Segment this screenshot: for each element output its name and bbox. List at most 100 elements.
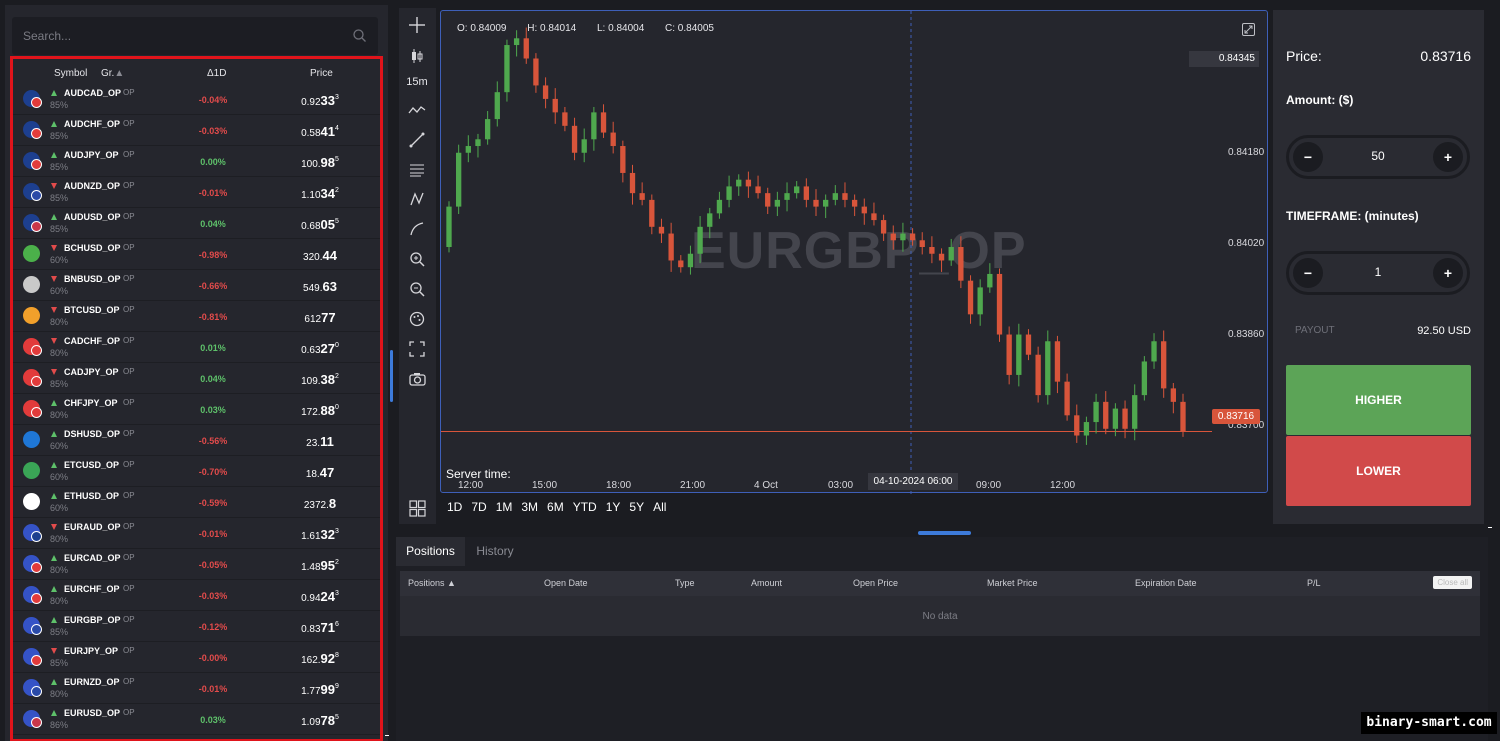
fullscreen-icon[interactable] bbox=[407, 339, 427, 359]
asset-row[interactable]: AUDUSD_OP OP 85% 0.04% 0.68055 bbox=[13, 208, 380, 239]
tab-history[interactable]: History bbox=[465, 537, 525, 566]
col-group[interactable]: Gr.▲ bbox=[101, 68, 124, 79]
panel-resize-handle[interactable] bbox=[390, 350, 393, 402]
range-ytd[interactable]: YTD bbox=[573, 500, 597, 514]
col-price[interactable]: Price bbox=[310, 68, 333, 79]
price-main: 612 bbox=[304, 314, 322, 325]
indicators-icon[interactable] bbox=[407, 100, 427, 120]
asset-type-badge: OP bbox=[123, 212, 135, 221]
range-1m[interactable]: 1M bbox=[496, 500, 513, 514]
col-open-price[interactable]: Open Price bbox=[853, 578, 898, 588]
col-change[interactable]: Δ1D bbox=[207, 68, 226, 79]
asset-rows: AUDCAD_OP OP 85% -0.04% 0.92333 AUDCHF_OP OP 85… bbox=[13, 84, 380, 735]
col-market-price[interactable]: Market Price bbox=[987, 578, 1038, 588]
col-symbol[interactable]: Symbol bbox=[54, 68, 87, 79]
col-positions[interactable]: Positions ▲ bbox=[408, 578, 456, 588]
pattern-icon[interactable] bbox=[407, 189, 427, 209]
camera-icon[interactable] bbox=[407, 369, 427, 389]
timeframe-plus-button[interactable]: + bbox=[1433, 258, 1463, 288]
currency-flag-icon bbox=[23, 431, 40, 448]
search-icon[interactable] bbox=[353, 29, 366, 42]
range-1d[interactable]: 1D bbox=[447, 500, 462, 514]
asset-change: -0.03% bbox=[198, 126, 228, 136]
asset-row[interactable]: EURJPY_OP OP 85% -0.00% 162.928 bbox=[13, 642, 380, 673]
candle-down bbox=[571, 125, 578, 153]
price-main: 100. bbox=[301, 159, 321, 170]
zoom-out-icon[interactable] bbox=[407, 279, 427, 299]
quote-flag-icon bbox=[31, 531, 42, 542]
zoom-in-icon[interactable] bbox=[407, 249, 427, 269]
range-6m[interactable]: 6M bbox=[547, 500, 564, 514]
col-amount[interactable]: Amount bbox=[751, 578, 782, 588]
asset-price: 0.68055 bbox=[285, 216, 355, 234]
close-all-button[interactable]: Close all bbox=[1433, 576, 1472, 589]
asset-type-badge: OP bbox=[123, 398, 135, 407]
asset-row[interactable]: BNBUSD_OP OP 60% -0.66% 549.63 bbox=[13, 270, 380, 301]
panel-splitter[interactable] bbox=[918, 531, 971, 535]
amount-plus-button[interactable]: + bbox=[1433, 142, 1463, 172]
asset-row[interactable]: EURCAD_OP OP 80% -0.05% 1.48952 bbox=[13, 549, 380, 580]
asset-row[interactable]: EURGBP_OP OP 85% -0.12% 0.83716 bbox=[13, 611, 380, 642]
asset-payout: 80% bbox=[50, 596, 69, 606]
asset-row[interactable]: EURCHF_OP OP 80% -0.03% 0.94243 bbox=[13, 580, 380, 611]
col-expiration-date[interactable]: Expiration Date bbox=[1135, 578, 1197, 588]
search-box[interactable] bbox=[12, 17, 378, 55]
asset-row[interactable]: CHFJPY_OP OP 80% 0.03% 172.880 bbox=[13, 394, 380, 425]
asset-change: -0.00% bbox=[198, 653, 228, 663]
y-tick: 0.83860 bbox=[1228, 329, 1265, 340]
asset-row[interactable]: AUDCAD_OP OP 85% -0.04% 0.92333 bbox=[13, 84, 380, 115]
search-input[interactable] bbox=[12, 17, 378, 55]
price-main: 1.77 bbox=[301, 686, 321, 697]
price-value: 0.83716 bbox=[1420, 48, 1471, 64]
asset-symbol: DSHUSD_OP bbox=[64, 429, 121, 439]
price-pips: 32 bbox=[320, 527, 336, 542]
trend-up-icon bbox=[51, 214, 57, 220]
asset-row[interactable]: EURAUD_OP OP 80% -0.01% 1.61323 bbox=[13, 518, 380, 549]
candle-down bbox=[996, 273, 1003, 335]
asset-row[interactable]: ETCUSD_OP OP 60% -0.70% 18.47 bbox=[13, 456, 380, 487]
asset-symbol: EURAUD_OP bbox=[64, 522, 121, 532]
lower-button[interactable]: LOWER bbox=[1286, 436, 1471, 506]
asset-row[interactable]: AUDJPY_OP OP 85% 0.00% 100.985 bbox=[13, 146, 380, 177]
asset-price: 1.09785 bbox=[285, 712, 355, 730]
candle-up bbox=[494, 92, 500, 120]
layout-grid-icon[interactable] bbox=[407, 498, 427, 518]
crosshair-tool-icon[interactable] bbox=[407, 15, 427, 35]
asset-row[interactable]: DSHUSD_OP OP 60% -0.56% 23.11 bbox=[13, 425, 380, 456]
asset-symbol: AUDUSD_OP bbox=[64, 212, 121, 222]
curve-icon[interactable] bbox=[407, 219, 427, 239]
asset-row[interactable]: CADJPY_OP OP 85% 0.04% 109.382 bbox=[13, 363, 380, 394]
col-open-date[interactable]: Open Date bbox=[544, 578, 588, 588]
asset-symbol: ETCUSD_OP bbox=[64, 460, 120, 470]
trend-up-icon bbox=[51, 679, 57, 685]
asset-price: 0.83716 bbox=[285, 619, 355, 637]
range-all[interactable]: All bbox=[653, 500, 666, 514]
fib-icon[interactable] bbox=[407, 160, 427, 180]
asset-row[interactable]: BCHUSD_OP OP 60% -0.98% 320.44 bbox=[13, 239, 380, 270]
asset-row[interactable]: AUDNZD_OP OP 85% -0.01% 1.10342 bbox=[13, 177, 380, 208]
asset-row[interactable]: ETHUSD_OP OP 60% -0.59% 2372.8 bbox=[13, 487, 380, 518]
range-1y[interactable]: 1Y bbox=[606, 500, 621, 514]
asset-type-badge: OP bbox=[123, 646, 135, 655]
asset-row[interactable]: CADCHF_OP OP 80% 0.01% 0.63270 bbox=[13, 332, 380, 363]
price-chart[interactable]: O: 0.84009 H: 0.84014 L: 0.84004 C: 0.84… bbox=[440, 10, 1268, 494]
price-main: 23. bbox=[306, 438, 321, 449]
price-fraction: 2 bbox=[335, 373, 339, 380]
interval-selector[interactable]: 15m bbox=[406, 72, 428, 92]
asset-type-badge: OP bbox=[123, 119, 135, 128]
range-5y[interactable]: 5Y bbox=[629, 500, 644, 514]
asset-row[interactable]: AUDCHF_OP OP 85% -0.03% 0.58414 bbox=[13, 115, 380, 146]
higher-button[interactable]: HIGHER bbox=[1286, 365, 1471, 435]
price-pips: 8 bbox=[328, 496, 337, 511]
trendline-icon[interactable] bbox=[407, 130, 427, 150]
col-pl[interactable]: P/L bbox=[1307, 578, 1321, 588]
col-type[interactable]: Type bbox=[675, 578, 695, 588]
range-3m[interactable]: 3M bbox=[521, 500, 538, 514]
tab-positions[interactable]: Positions bbox=[396, 537, 465, 566]
range-7d[interactable]: 7D bbox=[471, 500, 486, 514]
asset-row[interactable]: EURUSD_OP OP 86% 0.03% 1.09785 bbox=[13, 704, 380, 735]
asset-row[interactable]: BTCUSD_OP OP 80% -0.81% 61277 bbox=[13, 301, 380, 332]
asset-row[interactable]: EURNZD_OP OP 80% -0.01% 1.77999 bbox=[13, 673, 380, 704]
candles-icon[interactable] bbox=[407, 46, 427, 66]
palette-icon[interactable] bbox=[407, 309, 427, 329]
